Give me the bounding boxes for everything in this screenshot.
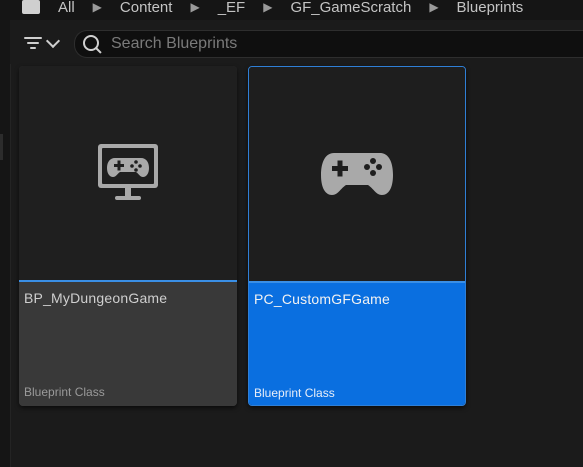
chevron-right-icon[interactable]: ▶: [190, 0, 199, 14]
chevron-right-icon[interactable]: ▶: [93, 0, 102, 14]
asset-type: Blueprint Class: [254, 386, 335, 400]
asset-type: Blueprint Class: [24, 385, 105, 399]
filter-icon: [24, 36, 42, 50]
search-input[interactable]: [109, 34, 553, 54]
asset-tile-bp-mydungeongame[interactable]: BP_MyDungeonGame Blueprint Class: [19, 66, 237, 406]
breadcrumb-item-all[interactable]: All: [58, 0, 75, 16]
folder-icon[interactable]: [22, 0, 40, 14]
breadcrumb-item-gamescratch[interactable]: GF_GameScratch: [290, 0, 411, 16]
breadcrumb-item-content[interactable]: Content: [120, 0, 173, 16]
panel-splitter-handle[interactable]: [0, 134, 3, 160]
search-box[interactable]: [74, 30, 583, 58]
content-browser: All ▶ Content ▶ _EF ▶ GF_GameScratch ▶ B…: [0, 0, 583, 467]
filter-button[interactable]: [24, 32, 70, 54]
breadcrumb-item-blueprints[interactable]: Blueprints: [457, 0, 524, 16]
asset-thumbnail: [19, 66, 237, 280]
search-icon: [81, 33, 103, 55]
asset-name: BP_MyDungeonGame: [24, 290, 168, 306]
chevron-right-icon[interactable]: ▶: [429, 0, 438, 14]
asset-name: PC_CustomGFGame: [254, 291, 391, 307]
breadcrumb-item-ef[interactable]: _EF: [218, 0, 246, 16]
breadcrumb: All ▶ Content ▶ _EF ▶ GF_GameScratch ▶ B…: [10, 0, 583, 20]
asset-toolbar: [10, 20, 583, 64]
chevron-right-icon[interactable]: ▶: [263, 0, 272, 14]
monitor-gamepad-icon: [98, 144, 158, 200]
asset-tile-pc-customgfgame[interactable]: PC_CustomGFGame Blueprint Class: [248, 66, 466, 406]
left-panel-edge: [0, 0, 11, 467]
gamepad-icon: [321, 153, 393, 195]
asset-info: PC_CustomGFGame Blueprint Class: [249, 283, 465, 405]
chevron-down-icon: [45, 33, 61, 48]
asset-info: BP_MyDungeonGame Blueprint Class: [19, 282, 237, 406]
asset-thumbnail: [249, 67, 465, 281]
